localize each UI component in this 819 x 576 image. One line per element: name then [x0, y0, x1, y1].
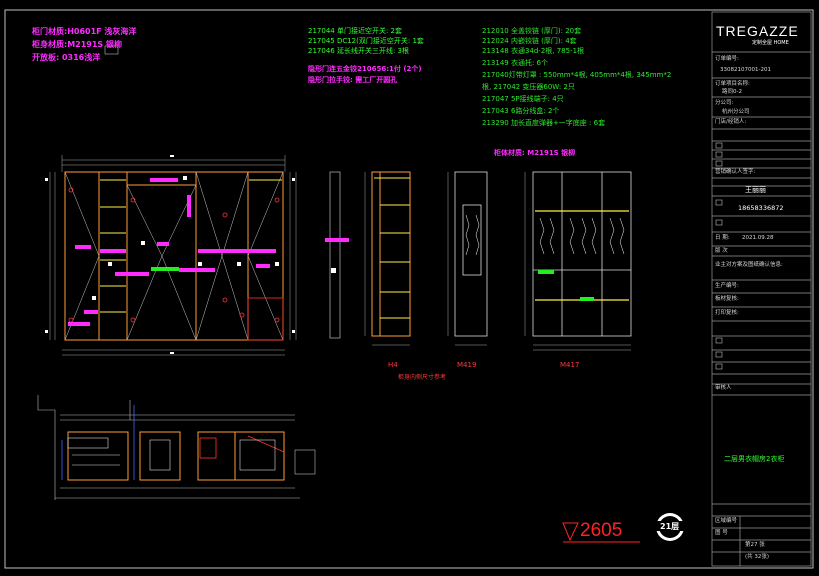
brand-logo: TREGAZZE [716, 23, 799, 39]
project-label: 订单项目名称: [715, 81, 750, 87]
note-col1-line1: 217044 单门接近空开关: 2套 [308, 27, 402, 35]
order-number: 33082107001-201 [720, 67, 771, 73]
sheet-label: 图 号 [715, 530, 728, 536]
section-m419 [447, 171, 488, 346]
designer-label: 营销确认人签字: [715, 169, 756, 175]
date-label: 日 期: [715, 235, 730, 241]
order-label: 订单编号: [715, 56, 739, 62]
total-label: (共 32张) [745, 554, 770, 560]
check-label: 板材复核: [715, 296, 739, 302]
print-label: 打印复核: [715, 310, 739, 316]
section-m417 [524, 171, 632, 351]
note-col2-line6: 根, 217042 变压器60W: 2只 [482, 83, 575, 91]
company-value: 杭州分公司 [722, 109, 750, 115]
note-col1-line3: 217046 延长线开关三开线: 3根 [308, 47, 409, 55]
note-col2-line1: 212010 全盖铰链 (厚门): 20套 [482, 27, 582, 35]
front-elevation [45, 155, 297, 356]
cabinet-body-note: 柜体材质: M2191S 银柳 [494, 149, 576, 157]
area-label: 区域编号 [715, 518, 738, 524]
cad-drawing [4, 9, 814, 569]
note-col2-line2: 212024 内嵌铰链 (厚门): 4套 [482, 37, 577, 45]
designer-name: 王丽丽 [745, 186, 766, 194]
drawing-title: 二层男衣帽房2衣柜 [724, 455, 785, 463]
note-col2-line5: 217040灯带灯罩 : 550mm*4根, 405mm*4根, 345mm*2 [482, 71, 672, 79]
store-label: 门店/经销人: [715, 119, 747, 125]
side-section [329, 171, 341, 339]
dimension-value: 2605 [580, 520, 623, 541]
note-col2-line3: 213148 衣通34d-2根, 785-1根 [482, 47, 585, 55]
label-h4-sub: 柜身内侧尺寸参考 [398, 374, 447, 381]
label-m419: M419 [457, 361, 477, 369]
production-label: 生产编号: [715, 283, 739, 289]
legend-door-material: 柜门材质:H0601F 浅灰海洋 [32, 27, 137, 36]
note-col2-line9: 213290 加长直度弹器+一字底座 : 6套 [482, 119, 606, 127]
note-col1-line2: 217045 DC12(双门接近空开关: 1套 [308, 37, 424, 45]
note-col2-line4: 213149 衣通托: 6个 [482, 59, 548, 67]
page-label: 第27 张 [745, 542, 765, 548]
label-m417: M417 [560, 361, 580, 369]
note-pink-line1: 隐形门连五金铰210656:1付 (2个) [308, 65, 422, 73]
note-col2-line7: 217047 5P接线端子: 4只 [482, 95, 564, 103]
version-label: 版 次 [715, 248, 728, 254]
cad-drawing-canvas: 柜门材质:H0601F 浅灰海洋 柜身材质:M2191S 银柳 开放板: 031… [0, 0, 819, 572]
legend-body-material: 柜身材质:M2191S 银柳 [32, 40, 122, 49]
legend-handle: 开放板: 0316浅洋 [32, 53, 101, 62]
sheet-border [4, 9, 814, 569]
note-col2-line8: 217043 6路分线盒: 2个 [482, 107, 560, 115]
review-label: 审核人 [715, 385, 732, 391]
note-pink-line2: 隐形门拉手铰: 需工厂开圆孔 [308, 76, 398, 84]
confirm-label: 业主对方案及图纸确认信息: [715, 262, 783, 268]
floor-plan [37, 395, 316, 500]
brand-logo-sub: 定制全屋 HOME [752, 40, 789, 46]
floor-badge-label: 21层 [660, 522, 680, 531]
label-h4: H4 [388, 361, 398, 369]
company-label: 分公司: [715, 100, 734, 106]
section-h4 [364, 171, 411, 346]
project-value: 路同0-2 [722, 89, 742, 95]
date-value: 2021.09.28 [742, 235, 774, 241]
designer-phone: 18658336872 [738, 204, 784, 212]
